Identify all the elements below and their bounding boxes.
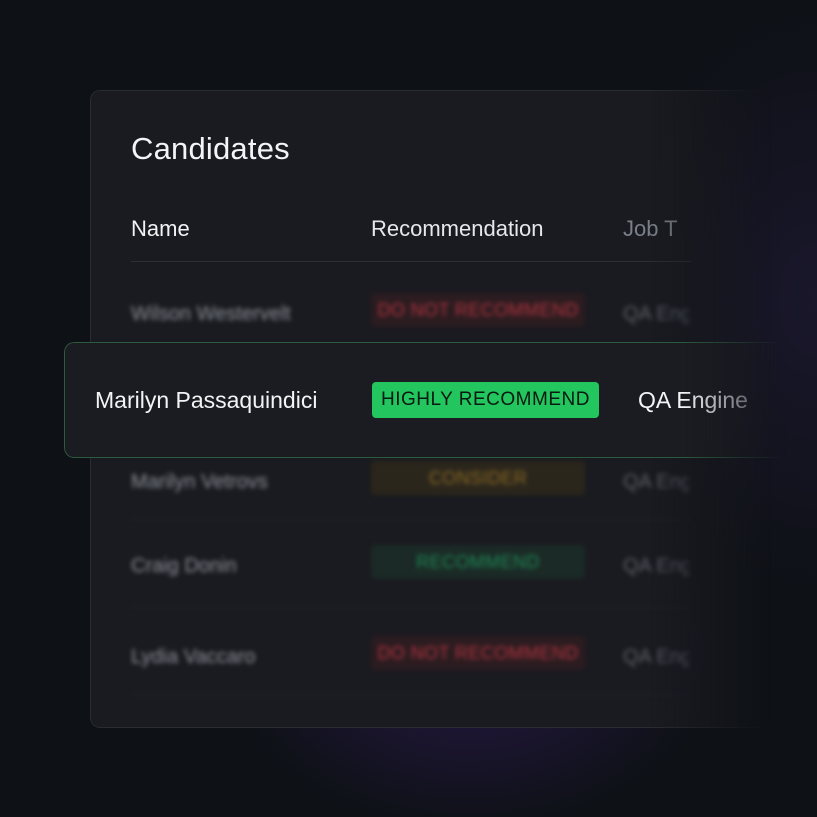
row-divider xyxy=(131,607,691,608)
recommendation-badge: DO NOT RECOMMEND xyxy=(371,636,585,670)
job-title: QA Eng xyxy=(623,646,689,668)
scene: Candidates Name Recommendation Job T Wil… xyxy=(0,0,817,817)
table-row[interactable]: Craig Donin RECOMMEND QA Eng xyxy=(131,541,691,608)
candidate-name: Marilyn Passaquindici xyxy=(95,387,318,413)
recommendation-badge: RECOMMEND xyxy=(371,545,585,579)
highlighted-candidate-row[interactable]: Marilyn Passaquindici HIGHLY RECOMMEND Q… xyxy=(64,342,785,458)
candidate-name: Marilyn Vetrovs xyxy=(131,471,268,493)
candidate-name: Craig Donin xyxy=(131,555,237,577)
highly-recommend-badge: HIGHLY RECOMMEND xyxy=(372,382,599,418)
row-divider xyxy=(131,519,691,520)
table-row[interactable]: Marilyn Vetrovs CONSIDER QA Eng xyxy=(131,457,691,520)
table-row[interactable]: Lydia Vaccaro DO NOT RECOMMEND QA Eng xyxy=(131,632,691,695)
recommendation-badge: DO NOT RECOMMEND xyxy=(371,293,585,327)
job-title: QA Eng xyxy=(623,471,689,493)
job-title: QA Eng xyxy=(623,303,689,325)
candidate-name: Wilson Westervelt xyxy=(131,303,291,325)
job-title: QA Eng xyxy=(623,555,689,577)
candidate-name: Lydia Vaccaro xyxy=(131,646,256,668)
job-title: QA Engine xyxy=(638,387,748,413)
row-divider xyxy=(131,694,691,695)
recommendation-badge: CONSIDER xyxy=(371,461,585,495)
table-row[interactable]: Wilson Westervelt DO NOT RECOMMEND QA En… xyxy=(131,289,691,348)
